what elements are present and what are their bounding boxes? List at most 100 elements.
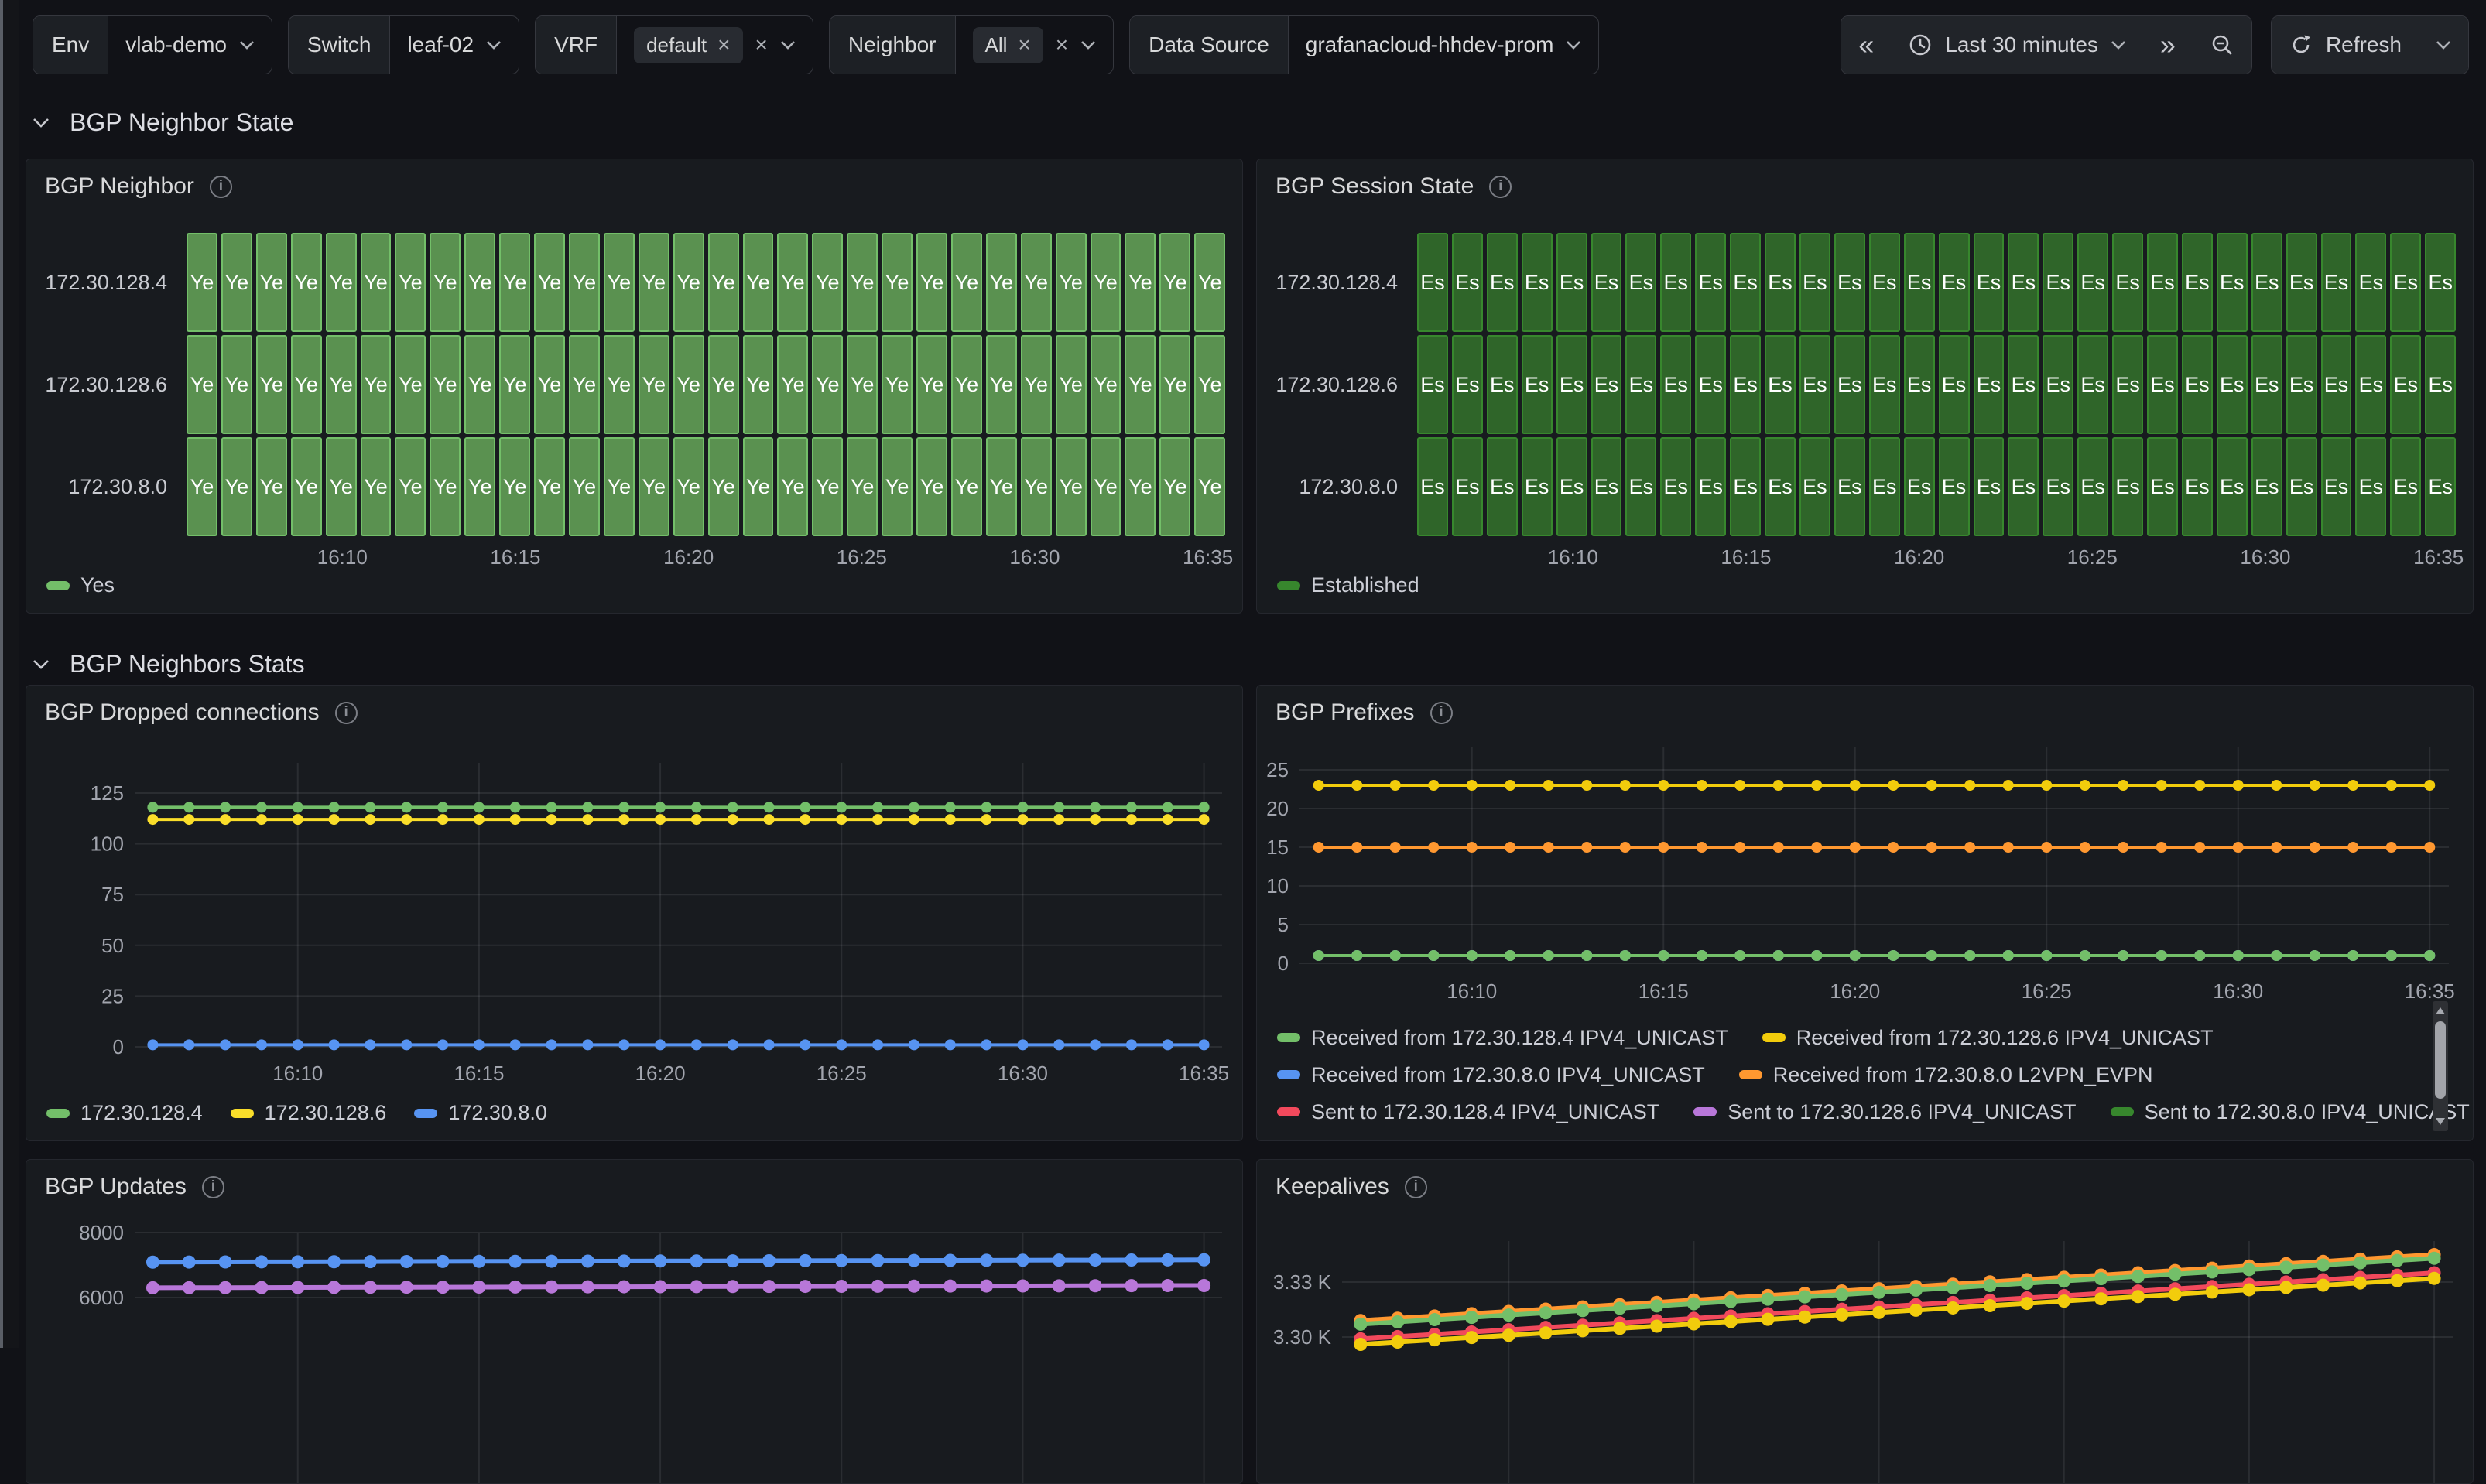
state-cell[interactable]: Ye: [708, 335, 739, 434]
state-cell[interactable]: Es: [1765, 437, 1796, 536]
state-cell[interactable]: Es: [1765, 233, 1796, 332]
state-cell[interactable]: Ye: [1091, 233, 1121, 332]
state-cell[interactable]: Ye: [673, 437, 704, 536]
remove-chip-icon[interactable]: ×: [717, 34, 730, 56]
state-timeline[interactable]: 172.30.128.4YeYeYeYeYeYeYeYeYeYeYeYeYeYe…: [45, 233, 1225, 573]
state-cell[interactable]: Ye: [569, 437, 600, 536]
state-cell[interactable]: Ye: [743, 335, 774, 434]
state-cell[interactable]: Es: [2112, 335, 2143, 434]
state-cell[interactable]: Ye: [1159, 437, 1190, 536]
state-cell[interactable]: Es: [1522, 233, 1553, 332]
state-cell[interactable]: Es: [2390, 233, 2421, 332]
state-cell[interactable]: Es: [2217, 335, 2248, 434]
legend-item[interactable]: Received from 172.30.128.4 IPV4_UNICAST: [1277, 1026, 1728, 1050]
state-cell[interactable]: Ye: [882, 335, 913, 434]
clear-all-icon[interactable]: ×: [1056, 34, 1068, 56]
state-cell[interactable]: Ye: [847, 233, 878, 332]
remove-chip-icon[interactable]: ×: [1018, 34, 1030, 56]
state-cell[interactable]: Es: [2425, 437, 2456, 536]
state-cell[interactable]: Es: [1834, 335, 1865, 434]
state-cell[interactable]: Es: [1591, 335, 1622, 434]
state-cell[interactable]: Es: [1695, 437, 1726, 536]
state-cell[interactable]: Es: [2217, 437, 2248, 536]
state-cell[interactable]: Ye: [604, 437, 635, 536]
state-cell[interactable]: Ye: [986, 233, 1017, 332]
legend-item[interactable]: 172.30.128.4: [46, 1101, 203, 1125]
state-cell[interactable]: Ye: [499, 335, 530, 434]
state-cell[interactable]: Es: [2112, 233, 2143, 332]
state-cell[interactable]: Es: [2286, 437, 2317, 536]
state-cell[interactable]: Es: [2355, 233, 2386, 332]
state-cell[interactable]: Ye: [639, 233, 669, 332]
info-icon[interactable]: i: [1405, 1176, 1427, 1198]
state-cell[interactable]: Ye: [569, 233, 600, 332]
state-cell[interactable]: Ye: [777, 437, 808, 536]
state-cell[interactable]: Ye: [708, 437, 739, 536]
state-cell[interactable]: Es: [1452, 233, 1483, 332]
info-icon[interactable]: i: [202, 1176, 224, 1198]
state-cell[interactable]: Es: [1765, 335, 1796, 434]
legend-item[interactable]: Received from 172.30.8.0 IPV4_UNICAST: [1277, 1063, 1705, 1087]
state-cell[interactable]: Ye: [187, 233, 217, 332]
state-cell[interactable]: Ye: [1021, 233, 1052, 332]
state-cell[interactable]: Es: [2251, 335, 2282, 434]
refresh-button[interactable]: Refresh: [2272, 16, 2419, 74]
state-cell[interactable]: Es: [2043, 233, 2073, 332]
state-cell[interactable]: Es: [1974, 233, 2005, 332]
state-cell[interactable]: Ye: [187, 335, 217, 434]
state-cell[interactable]: Ye: [743, 233, 774, 332]
state-cell[interactable]: Ye: [916, 233, 947, 332]
state-cell[interactable]: Ye: [1021, 437, 1052, 536]
state-cell[interactable]: Ye: [1159, 233, 1190, 332]
state-cell[interactable]: Ye: [361, 233, 392, 332]
state-cell[interactable]: Es: [2077, 437, 2108, 536]
state-cell[interactable]: Es: [1869, 335, 1900, 434]
state-cell[interactable]: Es: [2355, 437, 2386, 536]
state-cell[interactable]: Ye: [256, 437, 287, 536]
legend-item[interactable]: Received from 172.30.8.0 L2VPN_EVPN: [1739, 1063, 2153, 1087]
state-timeline[interactable]: 172.30.128.4EsEsEsEsEsEsEsEsEsEsEsEsEsEs…: [1276, 233, 2456, 573]
state-cell[interactable]: Es: [1660, 335, 1691, 434]
state-cell[interactable]: Ye: [569, 335, 600, 434]
variable-neighbor-value[interactable]: All × ×: [956, 16, 1114, 74]
state-cell[interactable]: Es: [2077, 335, 2108, 434]
state-cell[interactable]: Es: [1730, 335, 1761, 434]
state-cell[interactable]: Ye: [1125, 335, 1156, 434]
state-cell[interactable]: Es: [1939, 335, 1970, 434]
state-cell[interactable]: Ye: [673, 233, 704, 332]
state-cell[interactable]: Es: [1939, 233, 1970, 332]
variable-env[interactable]: Env vlab-demo: [33, 15, 272, 74]
state-cell[interactable]: Es: [1625, 437, 1656, 536]
legend-item[interactable]: 172.30.128.6: [231, 1101, 387, 1125]
state-cell[interactable]: Ye: [986, 437, 1017, 536]
state-cell[interactable]: Es: [2077, 233, 2108, 332]
state-cell[interactable]: Ye: [291, 437, 322, 536]
variable-vrf-value[interactable]: default × ×: [617, 16, 813, 74]
state-cell[interactable]: Ye: [673, 335, 704, 434]
state-cell[interactable]: Ye: [1125, 437, 1156, 536]
clear-all-icon[interactable]: ×: [755, 34, 768, 56]
state-cell[interactable]: Ye: [777, 335, 808, 434]
legend-item[interactable]: 172.30.8.0: [414, 1101, 547, 1125]
state-cell[interactable]: Ye: [361, 437, 392, 536]
filter-chip-default[interactable]: default ×: [634, 27, 742, 63]
state-cell[interactable]: Ye: [534, 335, 565, 434]
scrollbar-thumb[interactable]: [2435, 1021, 2446, 1099]
state-cell[interactable]: Es: [1974, 335, 2005, 434]
state-cell[interactable]: Es: [1591, 437, 1622, 536]
state-cell[interactable]: Ye: [812, 233, 843, 332]
state-cell[interactable]: Ye: [221, 437, 252, 536]
variable-datasource[interactable]: Data Source grafanacloud-hhdev-prom: [1129, 15, 1599, 74]
info-icon[interactable]: i: [1489, 176, 1512, 198]
state-cell[interactable]: Es: [1625, 335, 1656, 434]
state-cell[interactable]: Es: [1522, 335, 1553, 434]
state-cell[interactable]: Ye: [604, 233, 635, 332]
state-cell[interactable]: Ye: [847, 335, 878, 434]
state-cell[interactable]: Ye: [256, 335, 287, 434]
legend-scrollbar[interactable]: [2433, 1001, 2448, 1131]
legend-item[interactable]: Established: [1277, 573, 1419, 597]
state-cell[interactable]: Ye: [812, 335, 843, 434]
state-cell[interactable]: Es: [2321, 437, 2352, 536]
state-cell[interactable]: Es: [2390, 437, 2421, 536]
legend-item[interactable]: Sent to 172.30.128.6 IPV4_UNICAST: [1693, 1100, 2076, 1124]
